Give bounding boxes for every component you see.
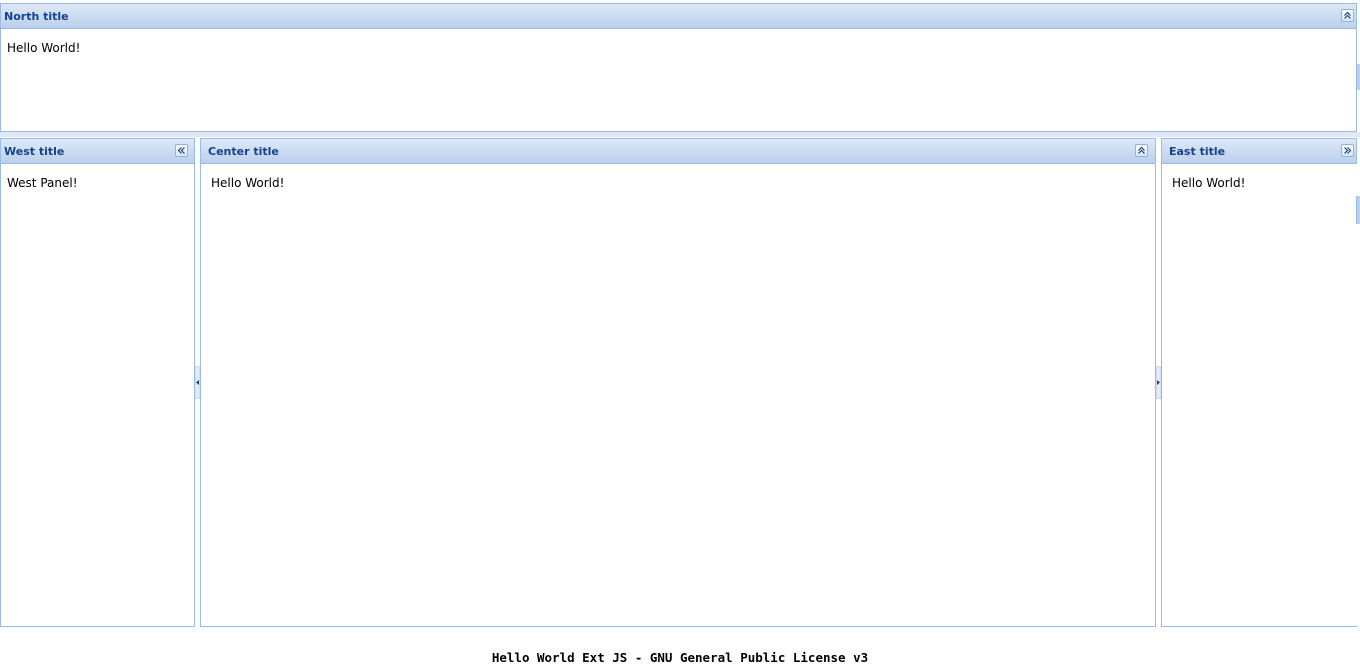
collapse-right-icon: [1344, 147, 1352, 154]
center-collapse-button[interactable]: [1135, 144, 1148, 157]
north-panel-header: North title: [0, 3, 1357, 29]
footer-text: Hello World Ext JS - GNU General Public …: [491, 650, 869, 665]
east-panel-text: Hello World!: [1172, 176, 1246, 190]
east-panel-title: East title: [1169, 145, 1226, 158]
west-panel-header: West title: [0, 138, 195, 164]
center-panel-header: Center title: [200, 138, 1156, 164]
center-panel-body: Hello World!: [200, 164, 1156, 627]
north-panel: North title Hello World!: [0, 3, 1357, 132]
west-panel-title: West title: [4, 145, 65, 158]
north-scroll-handle[interactable]: [1356, 64, 1360, 90]
east-panel-body: Hello World!: [1161, 164, 1357, 627]
east-panel: East title Hello World!: [1161, 138, 1357, 627]
collapse-left-icon: [177, 147, 185, 154]
north-collapse-button[interactable]: [1341, 9, 1354, 22]
west-panel-body: West Panel!: [0, 164, 195, 627]
east-scroll-handle[interactable]: [1356, 196, 1360, 224]
center-panel-text: Hello World!: [211, 176, 285, 190]
west-panel: West title West Panel!: [0, 138, 195, 627]
north-panel-text: Hello World!: [7, 41, 81, 55]
collapse-up-icon: [1138, 146, 1145, 154]
north-panel-body: Hello World!: [0, 29, 1357, 132]
east-panel-header: East title: [1161, 138, 1357, 164]
west-panel-text: West Panel!: [7, 176, 78, 190]
west-collapse-button[interactable]: [175, 144, 188, 157]
collapse-up-icon: [1344, 11, 1351, 19]
north-panel-title: North title: [4, 10, 69, 23]
north-splitter-mini[interactable]: [659, 132, 696, 148]
center-panel-title: Center title: [208, 145, 279, 158]
east-collapse-button[interactable]: [1341, 144, 1354, 157]
center-panel: Center title Hello World!: [200, 138, 1156, 627]
